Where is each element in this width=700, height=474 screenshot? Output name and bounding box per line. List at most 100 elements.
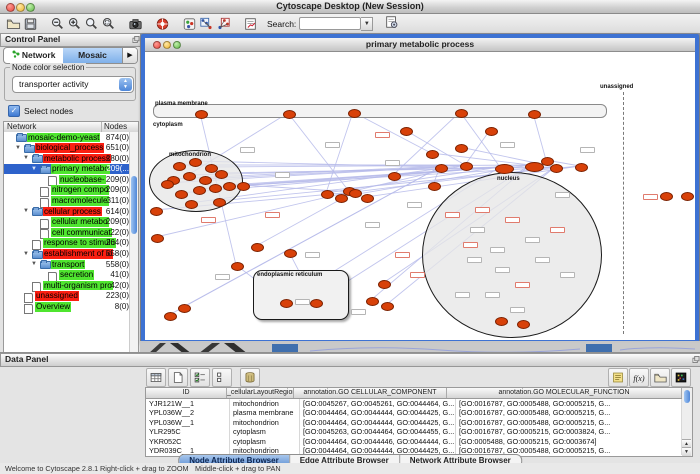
graph-node[interactable]	[575, 163, 588, 172]
graph-node[interactable]	[455, 144, 468, 153]
graph-node[interactable]	[525, 162, 544, 172]
table-cell[interactable]: [GO:0016787, GO:0005488, GO:0005215, G..…	[456, 399, 682, 408]
zoom-fit-icon[interactable]	[83, 16, 100, 32]
graph-node[interactable]	[460, 162, 473, 171]
graph-node[interactable]	[400, 127, 413, 136]
help-lifering-icon[interactable]	[154, 16, 171, 32]
graph-node[interactable]	[310, 299, 323, 308]
table-cell[interactable]: YJR121W__1	[146, 399, 230, 408]
graph-node[interactable]	[335, 194, 348, 203]
table-scrollbar[interactable]: ▲ ▼	[682, 387, 693, 457]
graph-node[interactable]	[681, 192, 694, 201]
tree-row-label[interactable]: cell communicat	[51, 228, 112, 238]
graph-node[interactable]	[660, 192, 673, 201]
expander-icon[interactable]: ▼	[31, 261, 37, 267]
graph-node[interactable]	[161, 180, 174, 189]
graph-node[interactable]	[223, 182, 236, 191]
table-cell[interactable]: [GO:0045267, GO:0045261, GO:0044464, G..…	[300, 399, 456, 408]
tree-row[interactable]: nucleobase-209(0)	[4, 174, 138, 185]
tree-row[interactable]: secretion41(0)	[4, 270, 138, 281]
tree-row-label[interactable]: macromolecule	[51, 196, 109, 206]
table-cell[interactable]: YPL036W__1	[146, 418, 230, 427]
table-cell[interactable]: cytoplasm	[230, 427, 300, 436]
graph-node[interactable]	[388, 172, 401, 181]
node-attributes-icon[interactable]	[181, 16, 198, 32]
table-cell[interactable]: [GO:0044464, GO:0044444, GO:0044425, G..…	[300, 408, 456, 417]
graph-node[interactable]	[213, 198, 226, 207]
network-canvas[interactable]: plasma membranecytoplasmmitochondrionnuc…	[145, 52, 695, 340]
tree-row-label[interactable]: Overview	[35, 302, 71, 312]
column-header[interactable]: ID	[146, 388, 227, 398]
annotation-icon[interactable]	[242, 16, 259, 32]
graph-node[interactable]	[485, 127, 498, 136]
graph-node[interactable]	[321, 190, 334, 199]
table-cell[interactable]: mitochondrion	[230, 399, 300, 408]
graph-node[interactable]	[366, 297, 379, 306]
graph-node[interactable]	[193, 186, 206, 195]
search-input[interactable]	[299, 17, 361, 30]
table-cell[interactable]: YLR295C	[146, 427, 230, 436]
scroll-down-icon[interactable]: ▼	[682, 447, 691, 456]
tree-row-label[interactable]: secretion	[59, 270, 94, 280]
tree-row-label[interactable]: cellular metabo	[51, 217, 109, 227]
graph-node[interactable]	[349, 189, 362, 198]
expander-icon[interactable]: ▼	[31, 166, 37, 172]
tree-row-label[interactable]: multi-organism pro	[43, 281, 113, 291]
table-icon[interactable]	[146, 368, 166, 387]
dropdown-stepper-icon[interactable]: ▲▼	[119, 78, 132, 91]
graph-node[interactable]	[189, 158, 202, 167]
snapshot-camera-icon[interactable]	[127, 16, 144, 32]
zoom-out-icon[interactable]	[49, 16, 66, 32]
tree-row[interactable]: ▼biological_process651(0)	[4, 143, 138, 154]
tab-mosaic[interactable]: Mosaic	[63, 48, 122, 63]
table-cell[interactable]: plasma membrane	[230, 408, 300, 417]
tree-row[interactable]: ▼primary metabo209(...	[4, 164, 138, 175]
graph-node[interactable]	[215, 170, 228, 179]
table-cell[interactable]: [GO:0016787, GO:0005488, GO:0005215, G..…	[456, 408, 682, 417]
table-cell[interactable]: [GO:0045263, GO:0044464, GO:0044455, G..…	[300, 427, 456, 436]
graph-node[interactable]	[164, 312, 177, 321]
table-row[interactable]: YLR295Ccytoplasm[GO:0045263, GO:0044464,…	[146, 427, 682, 436]
frame-close-icon[interactable]	[153, 41, 161, 49]
graph-node[interactable]	[237, 182, 250, 191]
tree-row[interactable]: nitrogen compo209(0)	[4, 185, 138, 196]
column-header[interactable]: annotation.GO MOLECULAR_FUNCTION	[447, 388, 682, 398]
tree-row[interactable]: ▼transport558(0)	[4, 259, 138, 270]
tab-network[interactable]: Network	[4, 48, 63, 63]
tree-row[interactable]: macromolecule311(0)	[4, 196, 138, 207]
new-document-icon[interactable]	[168, 368, 188, 387]
graph-node[interactable]	[280, 299, 293, 308]
save-icon[interactable]	[22, 16, 39, 32]
network-window-titlebar[interactable]: primary metabolic process	[145, 38, 695, 52]
tree-scrollbar-thumb[interactable]	[131, 176, 137, 234]
graph-node[interactable]	[195, 110, 208, 119]
table-cell[interactable]: mitochondrion	[230, 418, 300, 427]
graph-node[interactable]	[284, 249, 297, 258]
table-cell[interactable]: [GO:0044464, GO:0044444, GO:0044425, G..…	[300, 418, 456, 427]
graph-node[interactable]	[435, 164, 448, 173]
tree-row[interactable]: cell communicat22(0)	[4, 227, 138, 238]
graph-node[interactable]	[517, 320, 530, 329]
expander-icon[interactable]: ▼	[23, 208, 29, 214]
network-detail-icon[interactable]	[215, 16, 232, 32]
table-cell[interactable]: YKR052C	[146, 437, 230, 446]
configure-search-icon[interactable]	[383, 14, 400, 30]
table-cell[interactable]: YPL036W__2	[146, 408, 230, 417]
tree-row-label[interactable]: nitrogen compo	[51, 185, 109, 195]
graph-node[interactable]	[378, 280, 391, 289]
tree-row-label[interactable]: cellular process	[43, 207, 102, 217]
open-folder-icon[interactable]	[5, 16, 22, 32]
graph-node[interactable]	[151, 234, 164, 243]
network-view-icon[interactable]	[198, 16, 215, 32]
tree-row[interactable]: mosaic-demo-yeast874(0)	[4, 132, 138, 143]
table-cell[interactable]: [GO:0044464, GO:0044446, GO:0044444, G..…	[300, 437, 456, 446]
graph-node[interactable]	[428, 182, 441, 191]
expander-icon[interactable]: ▼	[15, 145, 21, 151]
node-color-dropdown[interactable]: transporter activity ▲▼	[12, 76, 134, 93]
tree-row-label[interactable]: metabolic process	[43, 154, 111, 164]
delete-attribute-icon[interactable]	[240, 368, 260, 387]
graph-node[interactable]	[175, 190, 188, 199]
select-attributes-icon[interactable]	[190, 368, 210, 387]
unselect-attributes-icon[interactable]	[212, 368, 232, 387]
tree-row-label[interactable]: unassigned	[35, 291, 79, 301]
